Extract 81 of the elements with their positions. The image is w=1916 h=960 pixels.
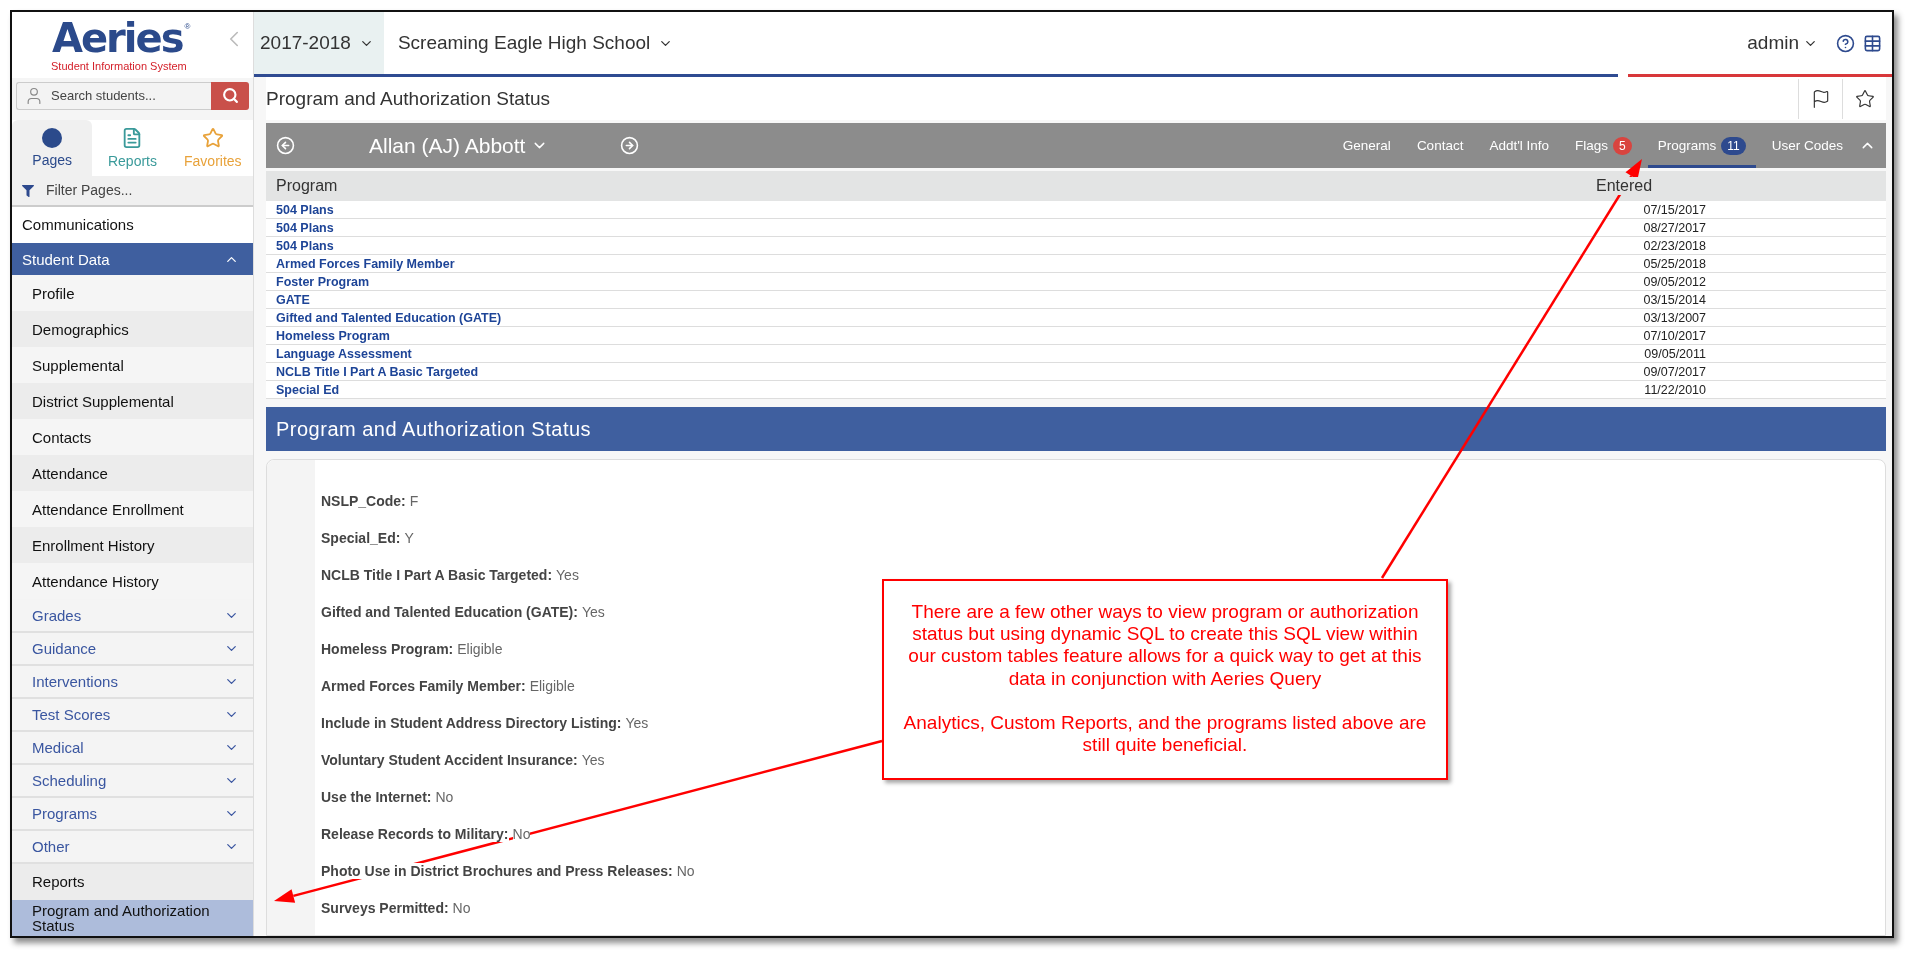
- program-link[interactable]: Gifted and Talented Education (GATE): [266, 310, 1596, 325]
- date-cell-text: 07/15/2017: [1642, 202, 1706, 217]
- star-icon: [201, 126, 224, 149]
- program-link[interactable]: 504 Plans: [266, 220, 1596, 235]
- date-cell-text: 03/13/2007: [1642, 310, 1706, 325]
- nav-group-label: Programs: [32, 804, 98, 822]
- count-badge: 5: [1613, 136, 1632, 155]
- previous-icon[interactable]: [276, 136, 295, 155]
- nav-item[interactable]: Communications: [12, 206, 253, 243]
- star-icon: [1854, 88, 1875, 109]
- date-cell-text: 07/10/2017: [1642, 328, 1706, 343]
- nav-item[interactable]: Program and Authorization Status: [12, 900, 253, 936]
- student-tab[interactable]: Programs 11: [1647, 123, 1756, 168]
- nav-item[interactable]: Attendance: [12, 455, 253, 492]
- program-link[interactable]: 504 Plans: [266, 238, 1596, 253]
- nav-group-label: Interventions: [32, 672, 118, 690]
- field-label: Special_Ed:: [321, 529, 401, 546]
- date-cell-text: 11/22/2010: [1643, 382, 1706, 397]
- date-cell-text: 03/15/2014: [1642, 292, 1706, 307]
- nav-group-label: Test Scores: [32, 705, 111, 723]
- school-selector[interactable]: Screaming Eagle High School: [391, 31, 680, 55]
- field-label: Armed Forces Family Member:: [321, 677, 526, 694]
- field-label: Release Records to Military:: [321, 825, 509, 842]
- program-link[interactable]: Special Ed: [266, 382, 1596, 397]
- sidebar-tab[interactable]: Pages: [12, 119, 93, 176]
- field-label: NCLB Title I Part A Basic Targeted:: [321, 566, 553, 583]
- program-link[interactable]: NCLB Title I Part A Basic Targeted: [266, 364, 1596, 379]
- page-title: Program and Authorization Status: [266, 87, 552, 110]
- program-link[interactable]: Language Assessment: [266, 346, 1596, 361]
- program-link[interactable]: Foster Program: [266, 274, 1596, 289]
- nav-item[interactable]: Reports: [12, 864, 253, 900]
- field-value: Eligible: [457, 640, 503, 657]
- next-icon[interactable]: [620, 136, 640, 155]
- nav-group-label: Guidance: [32, 639, 97, 657]
- program-link[interactable]: Armed Forces Family Member: [266, 256, 1596, 271]
- nav-item[interactable]: Enrollment History: [12, 527, 253, 564]
- column-header: Program: [276, 177, 338, 195]
- nav-group-label: Medical: [32, 738, 84, 756]
- count-badge: 11: [1721, 136, 1746, 155]
- field-label: Voluntary Student Accident Insurance:: [321, 751, 578, 768]
- date-cell-text: 09/05/2011: [1643, 346, 1706, 361]
- help-icon[interactable]: [1836, 33, 1855, 53]
- field-value: Eligible: [529, 677, 575, 694]
- field-label: Surveys Permitted:: [321, 899, 449, 916]
- field-label: NSLP_Code:: [321, 492, 406, 509]
- grid-icon[interactable]: [1863, 33, 1882, 53]
- nav-group-label: Other: [32, 837, 70, 855]
- field-label: Include in Student Address Directory Listing:: [321, 714, 622, 731]
- nav-group-label: Scheduling: [32, 771, 107, 789]
- registered-mark: ®: [184, 22, 191, 33]
- nav-item[interactable]: District Supplemental: [12, 383, 253, 420]
- filter-field[interactable]: Filter Pages...: [12, 175, 253, 207]
- nav-group-label: Student Data: [22, 250, 110, 268]
- search-field[interactable]: Search students...: [16, 82, 211, 110]
- nav-item[interactable]: Demographics: [12, 311, 253, 348]
- annotation-text: There are a few other ways to view program or authorization status but using dynamic SQL to create this SQL view within our custom tables feature allows for a quick way to get at this data in conjunction with Aeries Query: [907, 601, 1423, 690]
- date-cell-text: 09/07/2017: [1642, 364, 1706, 379]
- date-cell-text: 09/05/2012: [1642, 274, 1706, 289]
- date-cell-text: 05/25/2018: [1642, 256, 1706, 271]
- nav-group-label: Grades: [32, 606, 82, 624]
- field-label: Photo Use in District Brochures and Press Releases:: [321, 862, 673, 879]
- annotation-text: Analytics, Custom Reports, and the programs listed above are still quite beneficial.: [902, 711, 1428, 757]
- program-link[interactable]: 504 Plans: [266, 202, 1596, 217]
- date-cell-text: 08/27/2017: [1642, 220, 1706, 235]
- funnel-icon: [22, 185, 34, 198]
- search-icon: [221, 87, 239, 105]
- year-selector[interactable]: 2017-2018: [254, 12, 384, 74]
- date-cell-text: 02/23/2018: [1642, 238, 1706, 253]
- column-header: Entered: [1596, 177, 1653, 195]
- field-label: Gifted and Talented Education (GATE):: [321, 603, 578, 620]
- program-link[interactable]: GATE: [266, 292, 1596, 307]
- field-label: Use the Internet:: [321, 788, 432, 805]
- circle-icon: [42, 127, 63, 148]
- nav-group[interactable]: Student Data: [12, 242, 253, 276]
- logo-tagline: Student Information System: [51, 60, 187, 72]
- field-label: Homeless Program:: [321, 640, 454, 657]
- section-header: Program and Authorization Status: [266, 407, 1886, 451]
- logo-text: Aeries: [52, 16, 183, 60]
- search-button[interactable]: [211, 82, 249, 110]
- user-menu[interactable]: admin: [1741, 31, 1824, 55]
- program-link[interactable]: Homeless Program: [266, 328, 1596, 343]
